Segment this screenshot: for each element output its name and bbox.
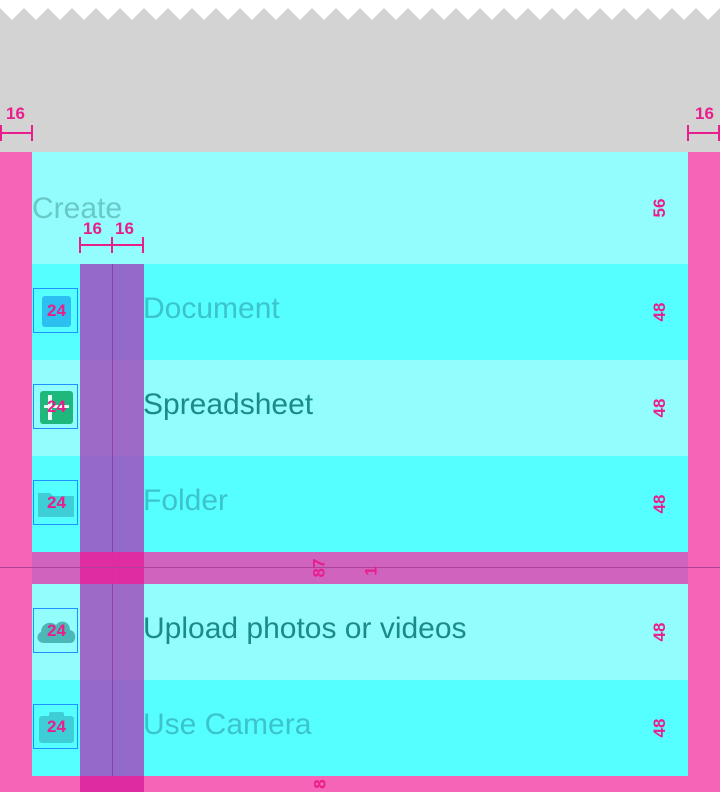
folder-icon: 24 bbox=[33, 480, 78, 525]
padding-right bbox=[688, 152, 720, 792]
menu-item-label: Document bbox=[143, 292, 280, 325]
icon-gap-label: 16 bbox=[83, 219, 102, 238]
gap-tick-b bbox=[111, 237, 113, 253]
menu-item-label: Upload photos or videos bbox=[143, 612, 467, 645]
margin-left-tick-b bbox=[31, 125, 33, 141]
sheet-title: Create bbox=[32, 192, 123, 225]
menu-item-label: Spreadsheet bbox=[143, 388, 314, 421]
spreadsheet-icon: 24 bbox=[33, 384, 78, 429]
row-height-label: 48 bbox=[650, 718, 669, 738]
divider-space-label: 87 bbox=[309, 558, 329, 578]
margin-left-label: 16 bbox=[6, 104, 25, 123]
padding-left bbox=[0, 152, 32, 792]
icon-size-label: 24 bbox=[47, 717, 66, 736]
icon-size-label: 24 bbox=[47, 397, 66, 416]
row-height-label: 48 bbox=[650, 622, 669, 642]
bottom-padding-label: 8 bbox=[310, 779, 330, 789]
row-height-label: 48 bbox=[650, 398, 669, 418]
margin-right-tick-a bbox=[687, 125, 689, 141]
keyline-overlay-bottom bbox=[80, 776, 144, 792]
keyline-overlay-divider bbox=[80, 552, 144, 584]
menu-item-label: Use Camera bbox=[143, 708, 312, 741]
row-height-label: 48 bbox=[650, 302, 669, 322]
document-icon: 24 bbox=[33, 288, 78, 333]
cloud-upload-icon: 24 bbox=[33, 608, 78, 653]
icon-size-label: 24 bbox=[47, 621, 66, 640]
header-height-label: 56 bbox=[650, 198, 669, 218]
icon-size-label: 24 bbox=[47, 301, 66, 320]
divider-line bbox=[0, 567, 720, 568]
divider-thickness-label: 1 bbox=[361, 566, 381, 576]
margin-left-tick-a bbox=[0, 125, 2, 141]
row-height-label: 48 bbox=[650, 494, 669, 514]
sheet-header: Create 56 bbox=[32, 152, 688, 264]
menu-item-label: Folder bbox=[143, 484, 229, 517]
text-gap-label: 16 bbox=[115, 219, 134, 238]
torn-edge bbox=[0, 0, 720, 20]
icon-size-label: 24 bbox=[47, 493, 66, 512]
gap-tick-a bbox=[79, 237, 81, 253]
camera-icon: 24 bbox=[33, 704, 78, 749]
keyline-midline bbox=[112, 264, 113, 776]
gap-tick-c bbox=[142, 237, 144, 253]
margin-left-line bbox=[0, 132, 32, 134]
margin-right-line bbox=[688, 132, 720, 134]
margin-right-label: 16 bbox=[695, 104, 714, 123]
